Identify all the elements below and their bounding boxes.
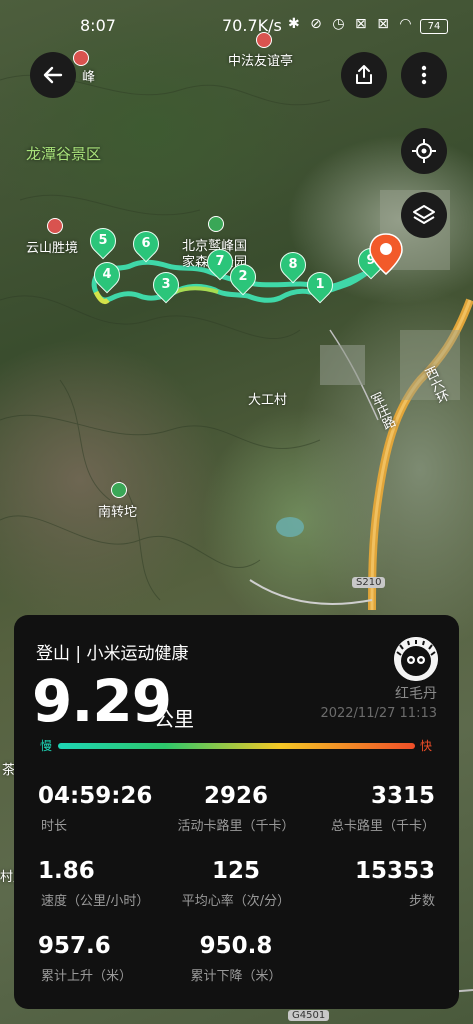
end-location-pin-icon[interactable] bbox=[368, 232, 404, 276]
workout-datetime: 2022/11/27 11:13 bbox=[320, 706, 437, 721]
map-label-dagongcun: 大工村 bbox=[248, 393, 288, 408]
pace-fast-label: 快 bbox=[420, 739, 433, 753]
share-icon bbox=[356, 65, 372, 84]
battery-icon: 74 bbox=[420, 19, 448, 34]
stat-ascent-value: 957.6 bbox=[38, 933, 111, 959]
map-label-peak: 峰 bbox=[82, 70, 96, 85]
scenic-poi-icon[interactable] bbox=[47, 218, 63, 234]
arrow-left-icon bbox=[43, 66, 63, 84]
more-button[interactable] bbox=[401, 52, 447, 98]
status-net-speed: 70.7K/s bbox=[222, 16, 282, 35]
avatar-image bbox=[394, 637, 438, 681]
stat-speed-value: 1.86 bbox=[38, 858, 95, 884]
stat-speed-label: 速度（公里/小时） bbox=[41, 894, 150, 909]
stat-steps-label: 步数 bbox=[408, 894, 435, 909]
distance-value: 9.29 bbox=[32, 667, 172, 735]
stat-total-cal-value: 3315 bbox=[370, 783, 435, 809]
stat-duration-value: 04:59:26 bbox=[38, 783, 153, 809]
pace-gradient-bar bbox=[58, 743, 415, 749]
stat-ascent-label: 累计上升（米） bbox=[41, 969, 133, 984]
username: 红毛丹 bbox=[395, 686, 437, 702]
stat-duration-label: 时长 bbox=[41, 819, 68, 834]
stat-descent-label: 累计下降（米） bbox=[190, 969, 282, 984]
map-label-longtan: 龙潭谷景区 bbox=[26, 145, 102, 163]
avatar[interactable] bbox=[394, 637, 438, 681]
stat-active-cal-label: 活动卡路里（千卡） bbox=[177, 819, 295, 834]
status-icons: ✱ ⊘ ◷ ⊠ ⊠ ◠ bbox=[288, 16, 415, 32]
stat-heart-rate-value: 125 bbox=[211, 858, 260, 884]
share-button[interactable] bbox=[341, 52, 387, 98]
road-sign-s210: S210 bbox=[352, 577, 386, 588]
map-label-pavilion: 中法友谊亭 bbox=[228, 54, 294, 69]
stat-descent-value: 950.8 bbox=[199, 933, 273, 959]
road-sign-g4501: G4501 bbox=[288, 1010, 330, 1021]
map-label-nanzhuantuo: 南转坨 bbox=[98, 505, 138, 520]
distance-unit: 公里 bbox=[154, 707, 194, 731]
stat-total-cal-label: 总卡路里（千卡） bbox=[330, 819, 435, 834]
place-poi-icon[interactable] bbox=[111, 482, 127, 498]
stat-active-cal-value: 2926 bbox=[203, 783, 268, 809]
pace-slow-label: 慢 bbox=[40, 739, 53, 753]
back-button[interactable] bbox=[30, 52, 76, 98]
workout-title: 登山 | 小米运动健康 bbox=[36, 644, 189, 664]
locate-button[interactable] bbox=[401, 128, 447, 174]
scenic-poi-icon[interactable] bbox=[73, 50, 89, 66]
layers-icon bbox=[413, 205, 435, 224]
status-bar: 8:07 70.7K/s ✱ ⊘ ◷ ⊠ ⊠ ◠ 74 bbox=[0, 8, 473, 36]
stat-steps-value: 15353 bbox=[354, 858, 435, 884]
map-label-yunshan: 云山胜境 bbox=[26, 241, 79, 256]
stat-heart-rate-label: 平均心率（次/分） bbox=[181, 894, 291, 909]
status-time: 8:07 bbox=[80, 16, 116, 35]
park-poi-icon[interactable] bbox=[208, 216, 224, 232]
workout-summary-card: 登山 | 小米运动健康 红毛丹 2022/11/27 11:13 9.29 公里… bbox=[14, 615, 459, 1009]
layers-button[interactable] bbox=[401, 192, 447, 238]
locate-icon bbox=[412, 139, 436, 163]
more-vertical-icon bbox=[421, 65, 427, 85]
